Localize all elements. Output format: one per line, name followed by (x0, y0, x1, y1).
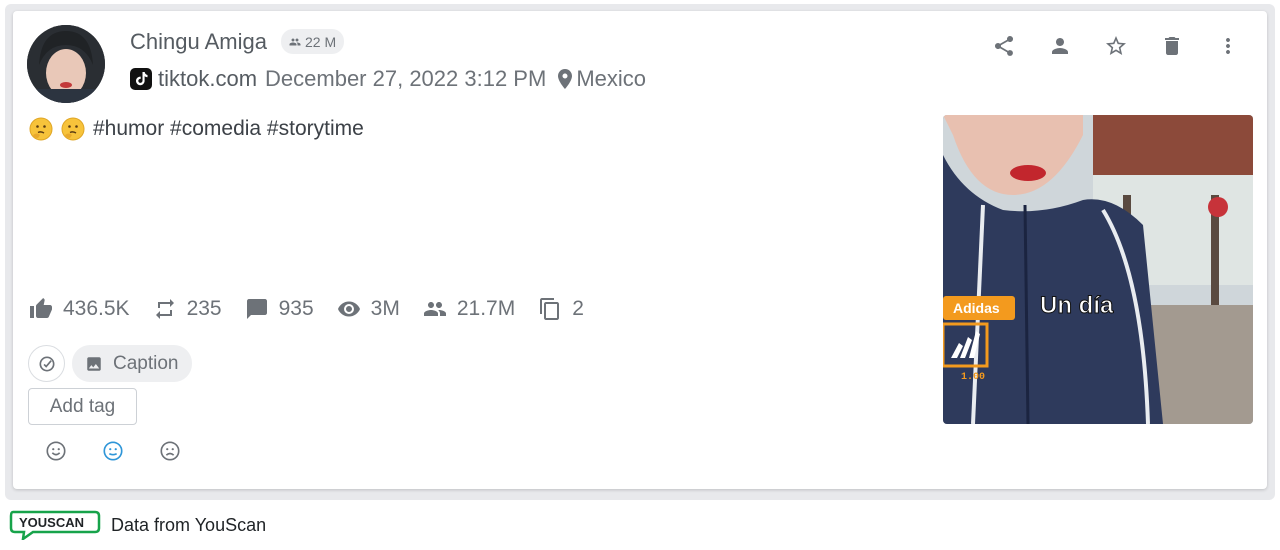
detection-score: 1.00 (961, 372, 985, 383)
eye-icon (337, 301, 360, 317)
share-icon (994, 35, 1013, 56)
comments-count: 935 (278, 297, 314, 320)
neutral-face-icon (103, 441, 123, 461)
footer-text: Data from YouScan (111, 514, 267, 535)
sad-face-icon (160, 441, 180, 461)
source-link[interactable]: tiktok.com (158, 66, 257, 92)
author-profile-button[interactable] (1045, 31, 1074, 60)
duplicate-icon (540, 298, 560, 320)
youscan-logo[interactable]: YOUSCAN (9, 510, 101, 540)
duplicates-count: 2 (572, 297, 584, 320)
positive-sentiment-button[interactable] (43, 438, 69, 464)
post-text: #humor #comedia #storytime (29, 117, 364, 141)
mark-processed-button[interactable] (28, 345, 65, 382)
footer: YOUSCAN Data from YouScan (9, 510, 266, 540)
neutral-sentiment-button[interactable] (100, 438, 126, 464)
post-meta: tiktok.com December 27, 2022 3:12 PM Mex… (130, 66, 646, 92)
tiktok-icon (130, 68, 152, 90)
more-options-button[interactable] (1213, 31, 1242, 60)
likes-stat: 436.5K (29, 297, 130, 321)
post-date: December 27, 2022 3:12 PM (265, 66, 547, 91)
likes-count: 436.5K (63, 297, 130, 320)
duplicates-stat[interactable]: 2 (538, 297, 584, 321)
favorite-button[interactable] (1101, 31, 1130, 60)
post-actions (989, 31, 1242, 60)
post-hashtags: #humor #comedia #storytime (93, 117, 364, 140)
person-icon (1051, 37, 1068, 54)
avatar[interactable] (27, 25, 105, 103)
post-card: Chingu Amiga 22 M tiktok.com December 27… (13, 11, 1267, 489)
audience-stat: 21.7M (423, 297, 515, 321)
repost-icon (155, 299, 174, 319)
author-name[interactable]: Chingu Amiga (130, 29, 267, 55)
engagement-stats: 436.5K 235 935 3M 21.7M 2 (29, 297, 607, 321)
thinking-face-emoji-icon (29, 117, 53, 141)
image-icon (87, 356, 101, 371)
comments-stat: 935 (245, 297, 314, 321)
thumbnail-image: Adidas 1.00 Un día (943, 115, 1253, 424)
post-thumbnail[interactable]: Adidas 1.00 Un día (943, 115, 1253, 424)
post-container: Chingu Amiga 22 M tiktok.com December 27… (5, 4, 1275, 500)
check-circle-icon (39, 356, 54, 371)
share-button[interactable] (989, 31, 1018, 60)
add-tag-button[interactable]: Add tag (28, 388, 137, 425)
reposts-stat: 235 (153, 297, 222, 321)
delete-button[interactable] (1157, 31, 1186, 60)
star-icon (1105, 35, 1126, 55)
thumb-up-icon (30, 298, 52, 318)
post-location: Mexico (558, 66, 646, 92)
logo-text: YOUSCAN (19, 515, 84, 530)
location-pin-icon (558, 69, 573, 89)
followers-badge: 22 M (281, 29, 345, 54)
smile-positive-icon (46, 441, 66, 461)
thinking-face-emoji-icon (61, 117, 85, 141)
brand-detection-label: Adidas (953, 300, 1000, 316)
audience-count: 21.7M (456, 297, 516, 320)
followers-count: 22 M (305, 33, 337, 50)
sentiment-selector (43, 438, 183, 464)
video-overlay-text: Un día (1040, 292, 1114, 319)
group-icon (289, 38, 301, 45)
comment-icon (246, 299, 267, 319)
caption-label: Caption (113, 352, 179, 374)
views-count: 3M (370, 297, 400, 320)
views-stat: 3M (337, 297, 400, 321)
location-label: Mexico (576, 66, 646, 91)
more-vertical-icon (1225, 37, 1230, 54)
group-icon (423, 302, 446, 316)
trash-icon (1164, 36, 1179, 55)
avatar-image (27, 25, 105, 103)
reposts-count: 235 (186, 297, 222, 320)
caption-button[interactable]: Caption (72, 345, 192, 382)
negative-sentiment-button[interactable] (157, 438, 183, 464)
